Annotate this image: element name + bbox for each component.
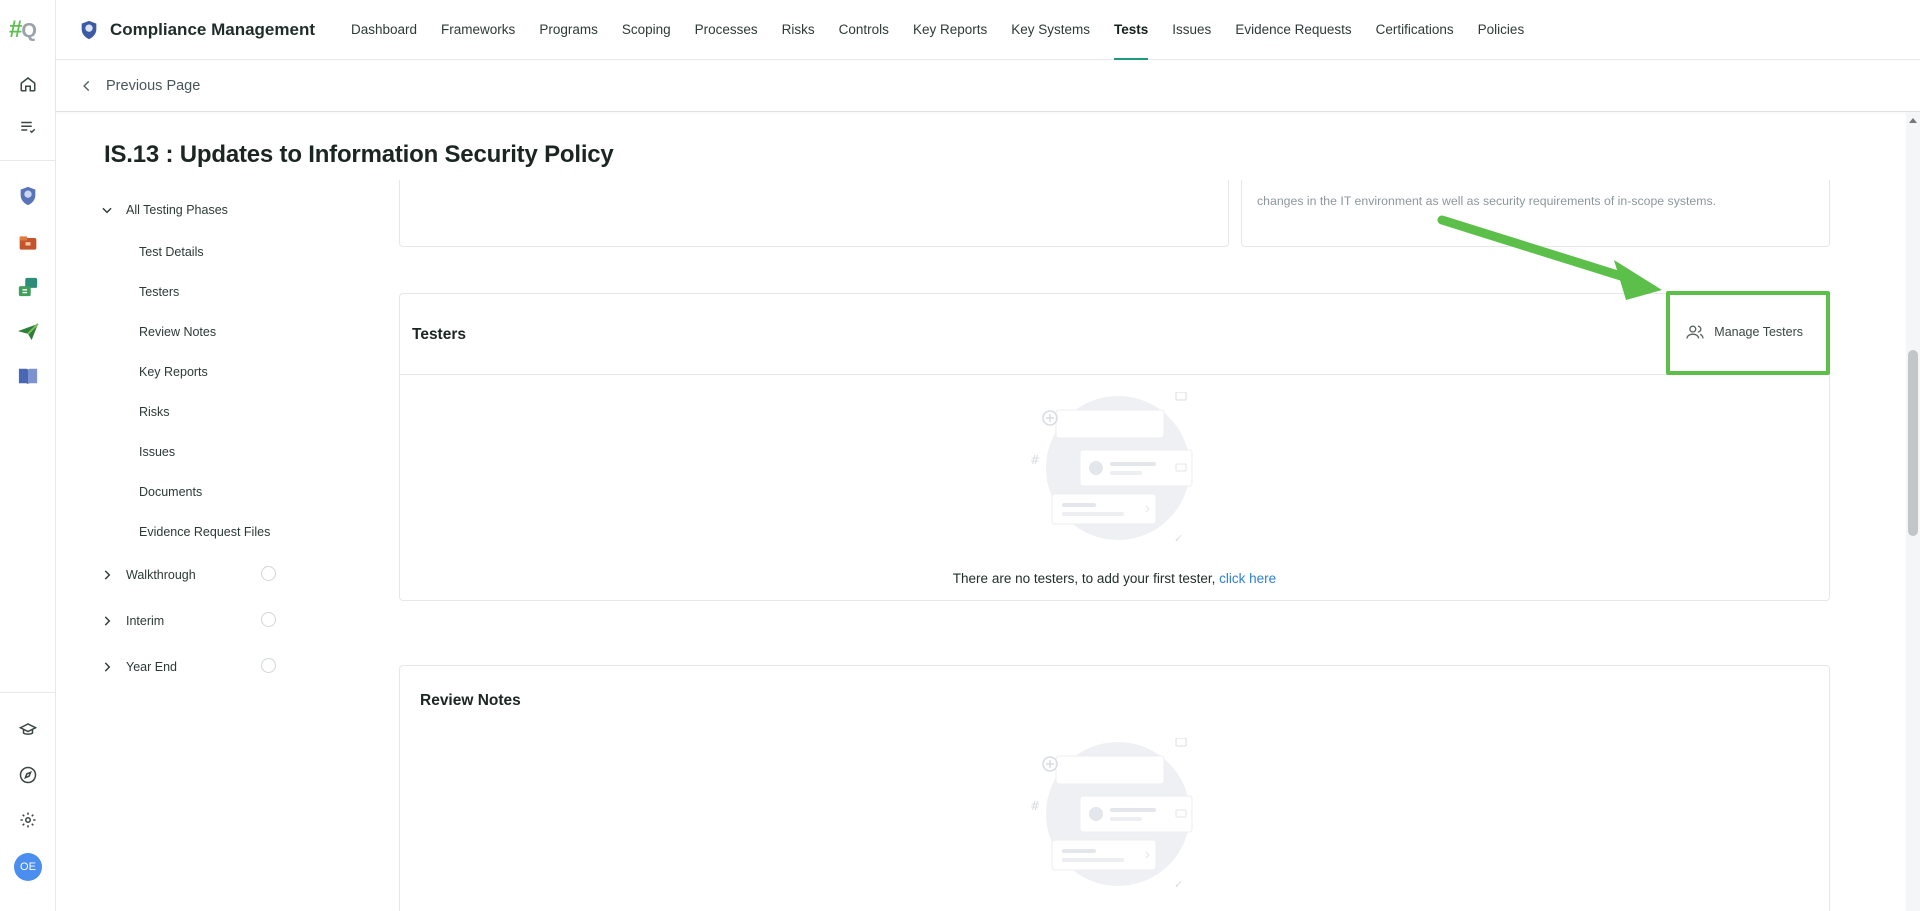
- tree-item-testers[interactable]: Testers: [139, 285, 179, 299]
- left-rail: #Q OE: [0, 0, 56, 911]
- chevron-down-icon[interactable]: [100, 203, 114, 217]
- back-bar: Previous Page: [56, 60, 1920, 112]
- tree-phase-year-end[interactable]: Year End: [100, 660, 177, 674]
- chevron-right-icon[interactable]: [100, 660, 114, 674]
- annotation-arrow-icon: [1437, 215, 1662, 300]
- svg-text:✓: ✓: [1174, 878, 1183, 891]
- courses-icon[interactable]: [14, 716, 42, 744]
- tree-phase-interim[interactable]: Interim: [100, 614, 164, 628]
- nav-certifications[interactable]: Certifications: [1364, 0, 1466, 60]
- nav-risks[interactable]: Risks: [770, 0, 827, 60]
- nav-controls[interactable]: Controls: [827, 0, 901, 60]
- nav-key-reports[interactable]: Key Reports: [901, 0, 999, 60]
- tree-item-test-details[interactable]: Test Details: [139, 245, 204, 259]
- top-nav: Compliance Management Dashboard Framewor…: [56, 0, 1920, 60]
- compliance-logo-icon: [81, 20, 97, 39]
- logo-q: Q: [21, 20, 37, 42]
- compliance-badge-icon[interactable]: [0, 174, 56, 218]
- testers-empty-text: There are no testers, to add your first …: [952, 571, 1220, 586]
- phase-status-circle: [261, 566, 276, 581]
- phase-status-circle: [261, 658, 276, 673]
- sync-icon[interactable]: [14, 273, 42, 301]
- description-text: changes in the IT environment as well as…: [1257, 194, 1717, 208]
- nav-processes[interactable]: Processes: [683, 0, 770, 60]
- svg-text:✓: ✓: [1174, 532, 1183, 545]
- empty-state-illustration: # ✓: [1030, 392, 1193, 545]
- svg-text:#: #: [1030, 799, 1040, 813]
- tree-item-key-reports[interactable]: Key Reports: [139, 365, 208, 379]
- chevron-right-icon[interactable]: [100, 614, 114, 628]
- scrollbar-thumb[interactable]: [1908, 350, 1918, 536]
- tree-phase-walkthrough[interactable]: Walkthrough: [100, 568, 196, 582]
- nav-tests[interactable]: Tests: [1102, 0, 1160, 60]
- nav-links: Dashboard Frameworks Programs Scoping Pr…: [339, 0, 1536, 60]
- rail-divider: [0, 160, 56, 161]
- tree-item-documents[interactable]: Documents: [139, 485, 202, 499]
- previous-page-link[interactable]: Previous Page: [106, 78, 200, 94]
- nav-frameworks[interactable]: Frameworks: [429, 0, 527, 60]
- phase-label: Year End: [126, 660, 177, 674]
- book-icon[interactable]: [14, 362, 42, 390]
- brand[interactable]: Compliance Management: [78, 19, 315, 41]
- gear-icon[interactable]: [14, 806, 42, 834]
- nav-policies[interactable]: Policies: [1466, 0, 1537, 60]
- chevron-left-icon[interactable]: [80, 79, 94, 93]
- testers-title: Testers: [412, 326, 466, 343]
- review-notes-card: Review Notes # ✓: [399, 665, 1830, 911]
- nav-dashboard[interactable]: Dashboard: [339, 0, 429, 60]
- testers-empty-message: There are no testers, to add your first …: [400, 571, 1829, 586]
- tree-item-risks[interactable]: Risks: [139, 405, 170, 419]
- svg-text:#: #: [1030, 453, 1040, 467]
- nav-evidence-requests[interactable]: Evidence Requests: [1223, 0, 1363, 60]
- app-logo[interactable]: #Q: [9, 16, 37, 44]
- folder-icon[interactable]: [14, 229, 42, 257]
- add-tester-link[interactable]: click here: [1219, 571, 1276, 586]
- page-title: IS.13 : Updates to Information Security …: [104, 141, 614, 168]
- phase-status-circle: [261, 612, 276, 627]
- phase-label: Interim: [126, 614, 165, 628]
- review-notes-title: Review Notes: [420, 692, 521, 709]
- testers-card-header: Testers Manage Testers: [400, 294, 1829, 375]
- rail-divider-bottom: [0, 692, 56, 693]
- app-title: Compliance Management: [110, 19, 315, 39]
- avatar[interactable]: OE: [14, 853, 42, 881]
- tree-root[interactable]: All Testing Phases: [100, 203, 228, 217]
- scroll-up-arrow-icon[interactable]: [1909, 118, 1917, 123]
- tree-item-review-notes[interactable]: Review Notes: [139, 325, 216, 339]
- nav-issues[interactable]: Issues: [1160, 0, 1223, 60]
- tree-item-issues[interactable]: Issues: [139, 445, 175, 459]
- nav-key-systems[interactable]: Key Systems: [999, 0, 1102, 60]
- nav-scoping[interactable]: Scoping: [610, 0, 683, 60]
- annotation-highlight-box: [1666, 291, 1830, 375]
- compass-icon[interactable]: [14, 761, 42, 789]
- home-icon[interactable]: [14, 70, 42, 98]
- send-icon[interactable]: [14, 318, 42, 346]
- nav-programs[interactable]: Programs: [527, 0, 610, 60]
- chevron-right-icon[interactable]: [100, 568, 114, 582]
- empty-state-illustration: # ✓: [1030, 738, 1193, 891]
- testers-card: Testers Manage Testers # ✓ There are no …: [399, 293, 1830, 601]
- tree-item-evidence-request-files[interactable]: Evidence Request Files: [139, 525, 270, 539]
- phase-label: Walkthrough: [126, 568, 196, 582]
- logo-hash: #: [9, 16, 22, 43]
- tree-root-label: All Testing Phases: [126, 203, 228, 217]
- task-list-icon[interactable]: [14, 113, 42, 141]
- details-card-left: [399, 180, 1229, 247]
